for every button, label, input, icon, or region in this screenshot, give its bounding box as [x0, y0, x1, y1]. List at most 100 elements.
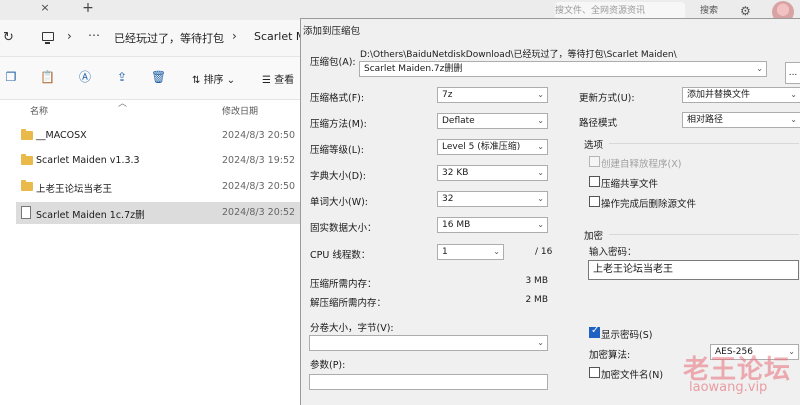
- path-mode-select[interactable]: 相对路径 ⌄: [682, 112, 800, 128]
- cpu-threads-value: 1: [442, 247, 448, 257]
- view-button[interactable]: ☰ 查看: [262, 71, 294, 86]
- browse-button[interactable]: ...: [785, 62, 800, 84]
- password-input[interactable]: 上老王论坛当老王: [588, 260, 799, 280]
- word-size-value: 32: [442, 194, 454, 204]
- solid-block-label: 固实数据大小：: [310, 223, 377, 234]
- folder-icon: [21, 180, 33, 191]
- column-header-name[interactable]: 名称: [30, 104, 48, 117]
- encrypt-filenames-checkbox[interactable]: [589, 367, 600, 378]
- volume-size-combobox[interactable]: ⌄: [309, 335, 548, 351]
- password-label: 输入密码：: [589, 247, 637, 258]
- gear-icon[interactable]: ⚙: [740, 4, 754, 18]
- show-password-label: 显示密码(S): [601, 330, 653, 341]
- delete-icon[interactable]: 🗑: [151, 70, 166, 84]
- search-button[interactable]: 搜索: [700, 3, 724, 19]
- chevron-down-icon[interactable]: ⌄: [537, 88, 544, 102]
- format-value: 7z: [442, 90, 453, 100]
- word-size-select[interactable]: 32 ⌄: [437, 191, 548, 207]
- decompress-memory-value: 2 MB: [525, 295, 548, 305]
- list-item[interactable]: 上老王论坛当老王 2024/8/3 20:50: [16, 176, 300, 198]
- options-group-divider: [609, 143, 799, 144]
- breadcrumb-more[interactable]: ⋯: [88, 28, 100, 42]
- cpu-threads-total: / 16: [535, 247, 553, 257]
- create-sfx-checkbox[interactable]: [589, 156, 600, 167]
- update-mode-value: 添加并替换文件: [687, 90, 751, 100]
- dictionary-size-label: 字典大小(D):: [310, 171, 366, 182]
- path-mode-value: 相对路径: [687, 115, 724, 125]
- sort-label: 排序: [203, 75, 224, 86]
- encryption-group-divider: [609, 234, 799, 235]
- level-select[interactable]: Level 5 (标准压缩) ⌄: [437, 139, 548, 155]
- share-icon[interactable]: ⇪: [115, 70, 129, 84]
- archive-path: D:\Others\BaiduNetdiskDownload\已经玩过了，等待打…: [360, 50, 677, 60]
- compress-memory-value: 3 MB: [525, 276, 548, 286]
- chevron-down-icon[interactable]: ⌄: [756, 62, 763, 76]
- archive-name-combobox[interactable]: Scarlet Maiden.7z删删 ⌄: [359, 61, 767, 77]
- delete-after-label: 操作完成后删除源文件: [601, 199, 697, 210]
- file-name: Scarlet Maiden 1c.7z删: [36, 210, 145, 221]
- chevron-down-icon[interactable]: ⌄: [790, 113, 797, 127]
- dialog-title: 添加到压缩包: [303, 26, 361, 37]
- compress-memory-label: 压缩所需内存：: [310, 279, 377, 290]
- path-mode-label: 路径模式: [579, 118, 618, 129]
- view-label: 查看: [274, 75, 295, 86]
- column-header-modified[interactable]: 修改日期: [222, 104, 258, 117]
- volume-size-label: 分卷大小，字节(V):: [310, 323, 394, 334]
- paste-icon[interactable]: 📋: [40, 70, 55, 84]
- level-label: 压缩等级(L):: [310, 145, 364, 156]
- delete-after-checkbox[interactable]: [589, 196, 600, 207]
- cpu-threads-select[interactable]: 1 ⌄: [437, 244, 504, 260]
- copy-icon[interactable]: ❐: [4, 70, 18, 84]
- chevron-down-icon[interactable]: ⌄: [537, 140, 544, 154]
- chevron-right-icon[interactable]: ›: [67, 29, 72, 43]
- chevron-down-icon[interactable]: ⌄: [537, 218, 544, 232]
- file-name: Scarlet Maiden v1.3.3: [36, 155, 140, 166]
- word-size-label: 单词大小(W):: [310, 197, 369, 208]
- archive-label: 压缩包(A):: [310, 57, 356, 68]
- list-item[interactable]: Scarlet Maiden v1.3.3 2024/8/3 19:52: [16, 150, 300, 172]
- method-select[interactable]: Deflate ⌄: [437, 113, 548, 129]
- list-item-selected[interactable]: Scarlet Maiden 1c.7z删 2024/8/3 20:52: [16, 202, 300, 224]
- folder-icon: [21, 129, 33, 140]
- method-label: 压缩方法(M):: [310, 119, 367, 130]
- rename-icon[interactable]: Ⓐ: [78, 70, 92, 84]
- chevron-down-icon[interactable]: ⌄: [537, 114, 544, 128]
- file-name: __MACOSX: [36, 130, 87, 141]
- decompress-memory-label: 解压缩所需内存：: [310, 298, 387, 309]
- format-select[interactable]: 7z ⌄: [437, 87, 548, 103]
- file-date: 2024/8/3 19:52: [222, 155, 296, 166]
- options-group-label: 选项: [584, 140, 604, 151]
- chevron-down-icon[interactable]: ⌄: [493, 245, 500, 259]
- level-value: Level 5 (标准压缩): [442, 142, 521, 152]
- solid-block-select[interactable]: 16 MB ⌄: [437, 217, 548, 233]
- folder-icon: [21, 154, 33, 165]
- refresh-icon[interactable]: ↻: [3, 30, 14, 45]
- encrypt-filenames-label: 加密文件名(N): [601, 370, 664, 381]
- new-tab-icon[interactable]: +: [81, 0, 95, 16]
- file-date: 2024/8/3 20:50: [222, 130, 296, 141]
- breadcrumb-parent-folder[interactable]: 已经玩过了，等待打包: [114, 30, 224, 46]
- archive-name-value: Scarlet Maiden.7z删删: [364, 64, 463, 74]
- list-item[interactable]: __MACOSX 2024/8/3 20:50: [16, 125, 300, 147]
- update-mode-label: 更新方式(U):: [579, 93, 635, 104]
- compress-shared-label: 压缩共享文件: [601, 179, 659, 190]
- show-password-checkbox[interactable]: [589, 325, 600, 338]
- format-label: 压缩格式(F):: [310, 93, 365, 104]
- chevron-down-icon[interactable]: ⌄: [537, 192, 544, 206]
- close-tab-icon[interactable]: ×: [38, 0, 52, 16]
- file-icon: [21, 206, 31, 219]
- chevron-down-icon[interactable]: ⌄: [537, 336, 544, 350]
- chevron-down-icon[interactable]: ⌄: [537, 166, 544, 180]
- chevron-right-icon[interactable]: ›: [232, 29, 237, 43]
- cpu-threads-label: CPU 线程数：: [310, 250, 371, 261]
- computer-icon[interactable]: [42, 32, 54, 44]
- chevron-down-icon[interactable]: ⌄: [790, 88, 797, 102]
- method-value: Deflate: [442, 116, 475, 126]
- update-mode-select[interactable]: 添加并替换文件 ⌄: [682, 87, 800, 103]
- compress-shared-checkbox[interactable]: [589, 176, 600, 187]
- file-date: 2024/8/3 20:50: [222, 181, 296, 192]
- parameters-input[interactable]: [309, 374, 548, 390]
- dictionary-size-select[interactable]: 32 KB ⌄: [437, 165, 548, 181]
- sort-button[interactable]: ⇅ 排序 ⌄: [192, 71, 235, 86]
- solid-block-value: 16 MB: [442, 220, 471, 230]
